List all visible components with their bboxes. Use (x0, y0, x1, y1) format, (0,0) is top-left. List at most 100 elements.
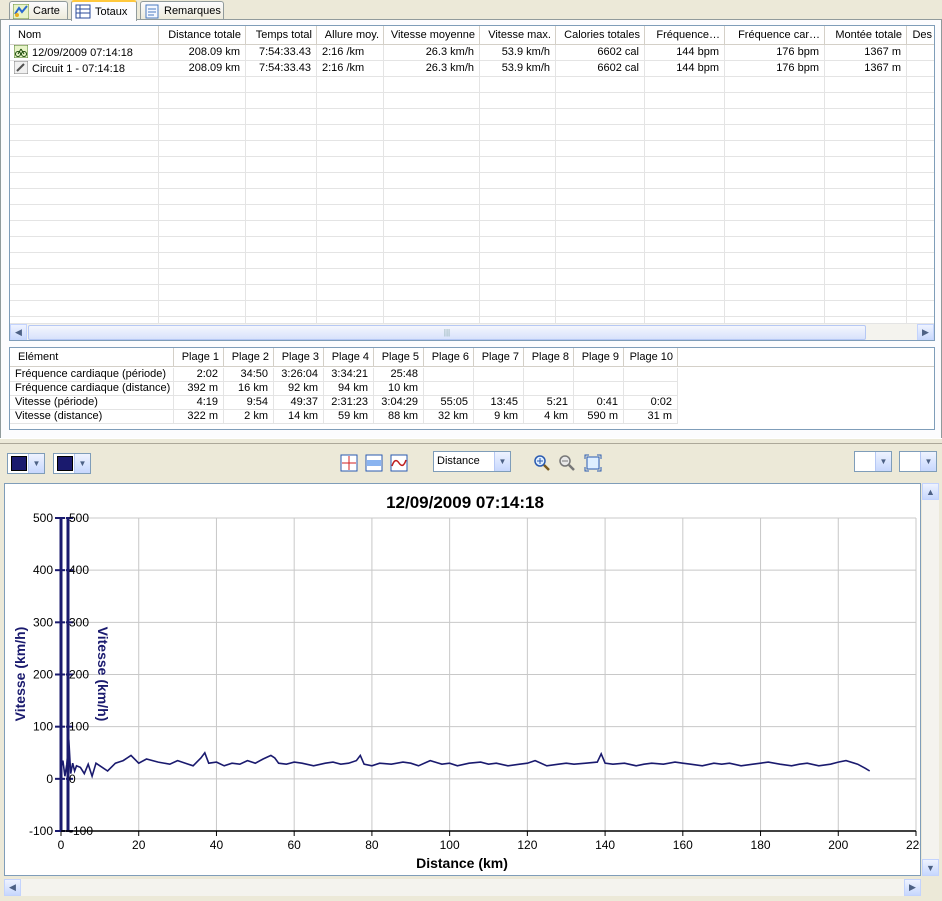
tab-carte[interactable]: Carte (9, 1, 68, 20)
table-cell: 26.3 km/h (384, 45, 480, 61)
column-header[interactable]: Vitesse moyenne (384, 26, 480, 45)
table-cell (907, 269, 934, 285)
column-header[interactable]: Plage 8 (524, 348, 574, 367)
tab-remarques[interactable]: Remarques (140, 1, 224, 20)
table-row[interactable]: 12/09/2009 07:14:18 208.09 km 7:54:33.43 2:… (10, 45, 934, 61)
table-cell (480, 237, 556, 253)
scroll-right-button[interactable]: ▶ (904, 879, 921, 896)
column-header[interactable]: Allure moy. (317, 26, 384, 45)
table-row (10, 109, 934, 125)
column-header[interactable]: Plage 10 (624, 348, 678, 367)
column-header[interactable]: Plage 7 (474, 348, 524, 367)
table-cell (480, 173, 556, 189)
y-tick-label-2: 200 (69, 668, 89, 682)
table-cell: 144 bpm (645, 45, 725, 61)
zones-grid-header: Elément Plage 1 Plage 2 Plage 3 Plage 4 Plage… (10, 348, 934, 367)
table-cell (556, 125, 645, 141)
column-header[interactable]: Fréquence car… (725, 26, 825, 45)
chart-area[interactable]: 12/09/2009 07:14:18 0 20 40 60 80 100 120 140 16… (4, 483, 926, 876)
table-cell (645, 157, 725, 173)
table-cell (246, 269, 317, 285)
x-axis-select[interactable]: Distance ▼ (433, 451, 511, 472)
table-row[interactable]: Fréquence cardiaque (période) 2:02 34:50 3:… (10, 368, 934, 382)
table-cell (424, 382, 474, 396)
zones-grid[interactable]: Elément Plage 1 Plage 2 Plage 3 Plage 4 Plage… (9, 347, 935, 430)
tab-totaux[interactable]: Totaux (71, 0, 137, 21)
table-row[interactable]: Fréquence cardiaque (distance) 392 m 16 km… (10, 382, 934, 396)
table-row[interactable]: Circuit 1 - 07:14:18 208.09 km 7:54:33.43 2… (10, 61, 934, 77)
table-cell (159, 205, 246, 221)
column-header[interactable]: Nom (10, 26, 159, 45)
table-cell (384, 269, 480, 285)
column-header[interactable]: Plage 4 (324, 348, 374, 367)
speed-chart[interactable]: 12/09/2009 07:14:18 0 20 40 60 80 100 120 140 16… (5, 484, 926, 875)
horizontal-scrollbar[interactable]: ◀ ||| ▶ (10, 323, 934, 340)
x-tick-label: 60 (288, 838, 302, 852)
x-tick-label: 200 (828, 838, 848, 852)
chevron-down-icon: ▼ (494, 452, 510, 471)
column-header[interactable]: Plage 3 (274, 348, 324, 367)
table-cell (480, 205, 556, 221)
smoothing-icon[interactable] (389, 453, 409, 472)
zoom-in-icon[interactable] (532, 453, 552, 472)
table-cell (907, 125, 934, 141)
table-cell: Circuit 1 - 07:14:18 (10, 61, 159, 77)
column-header[interactable]: Elément (10, 348, 174, 367)
table-cell: 26.3 km/h (384, 61, 480, 77)
table-row[interactable]: Vitesse (période) 4:19 9:54 49:37 2:31:23 3:0… (10, 396, 934, 410)
zoom-out-icon[interactable] (557, 453, 577, 472)
y-tick-label: 400 (33, 563, 53, 577)
table-row (10, 157, 934, 173)
dropdown-2[interactable]: ▼ (899, 451, 937, 472)
table-cell (384, 157, 480, 173)
table-cell (10, 301, 159, 317)
scroll-right-button[interactable]: ▶ (917, 324, 934, 340)
vertical-scrollbar[interactable]: ▲ ▼ (922, 483, 939, 876)
table-cell (725, 205, 825, 221)
table-cell: 94 km (324, 382, 374, 396)
table-cell (907, 109, 934, 125)
column-header[interactable]: Plage 1 (174, 348, 224, 367)
table-cell: 13:45 (474, 396, 524, 410)
scroll-thumb[interactable]: ||| (28, 325, 866, 340)
range-select-icon[interactable] (364, 453, 384, 472)
crosshair-icon[interactable] (339, 453, 359, 472)
series-color-button-2[interactable]: ▼ (53, 453, 91, 474)
dropdown-1[interactable]: ▼ (854, 451, 892, 472)
scroll-down-button[interactable]: ▼ (922, 859, 939, 876)
table-row[interactable]: Vitesse (distance) 322 m2 km 14 km 59 km 88 … (10, 410, 934, 424)
table-cell (825, 221, 907, 237)
table-cell (725, 269, 825, 285)
column-header[interactable]: Plage 6 (424, 348, 474, 367)
column-header[interactable]: Plage 2 (224, 348, 274, 367)
series-color-button-1[interactable]: ▼ (7, 453, 45, 474)
table-cell (10, 269, 159, 285)
scroll-left-button[interactable]: ◀ (10, 324, 27, 340)
column-header[interactable]: Distance totale (159, 26, 246, 45)
column-header[interactable]: Temps total (246, 26, 317, 45)
column-header[interactable]: Plage 5 (374, 348, 424, 367)
table-cell: 2:02 (174, 368, 224, 382)
totals-grid[interactable]: Nom Distance totale Temps total Allure moy.… (9, 25, 935, 341)
table-cell (645, 253, 725, 269)
zoom-fit-icon[interactable] (583, 453, 603, 472)
tab-bar: Carte Totaux Remarques (0, 0, 942, 21)
table-cell: 7:54:33.43 (246, 45, 317, 61)
column-header[interactable]: Des (907, 26, 934, 45)
chart-horizontal-scrollbar[interactable]: ◀ ▶ (4, 879, 921, 896)
table-cell: 12/09/2009 07:14:18 (10, 45, 159, 61)
table-cell (246, 205, 317, 221)
table-cell (159, 285, 246, 301)
table-cell (10, 109, 159, 125)
scroll-up-button[interactable]: ▲ (922, 483, 939, 500)
column-header[interactable]: Fréquence… (645, 26, 725, 45)
column-header[interactable]: Plage 9 (574, 348, 624, 367)
column-header[interactable]: Montée totale (825, 26, 907, 45)
scroll-left-button[interactable]: ◀ (4, 879, 21, 896)
table-row (10, 221, 934, 237)
table-row (10, 205, 934, 221)
column-header[interactable]: Vitesse max. (480, 26, 556, 45)
table-cell (246, 157, 317, 173)
table-cell: 1367 m (825, 45, 907, 61)
column-header[interactable]: Calories totales (556, 26, 645, 45)
